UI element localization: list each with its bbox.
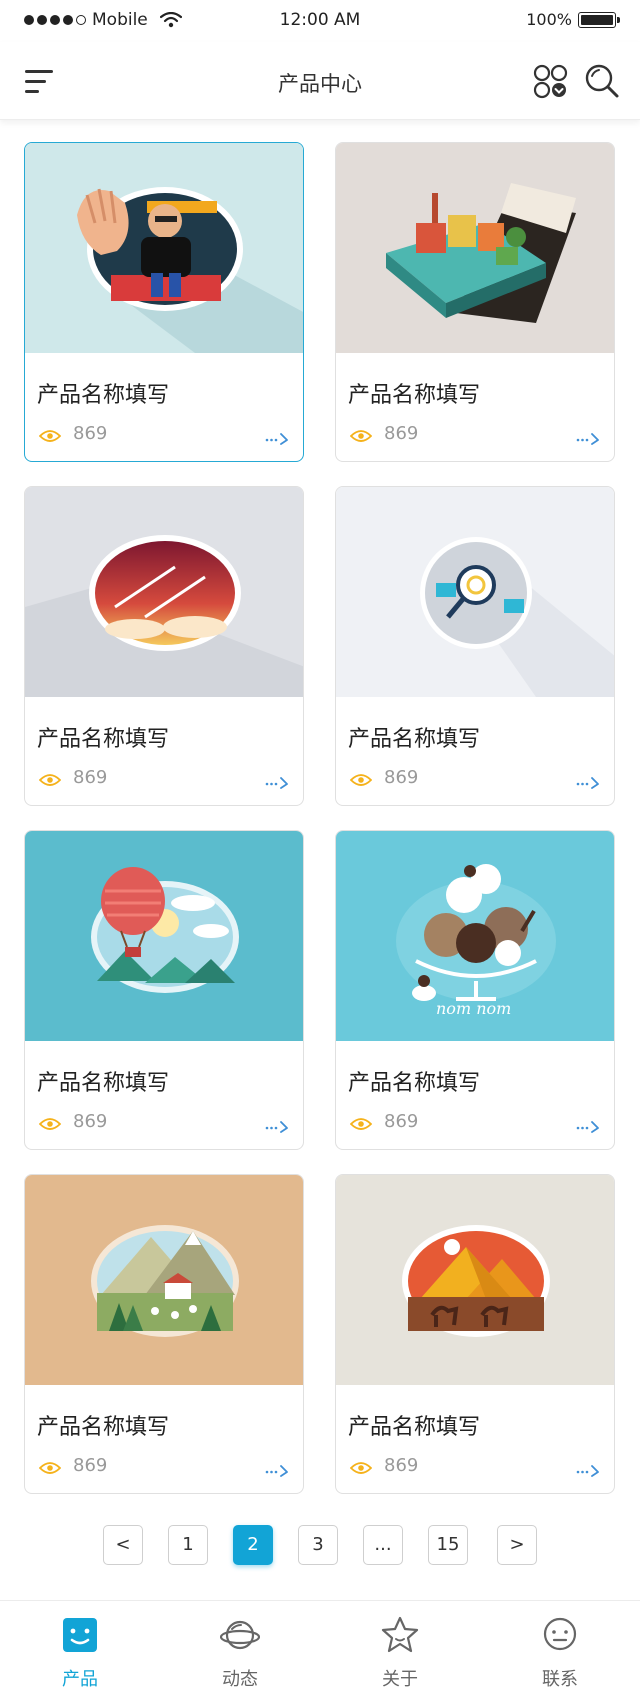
product-card[interactable]: 产品名称填写 869 [24, 1174, 304, 1494]
page-button-15[interactable]: 15 [428, 1525, 468, 1565]
product-name: 产品名称填写 [348, 383, 481, 408]
tab-label: 动态 [222, 1669, 258, 1690]
product-card[interactable]: 产品名称填写 869 [24, 142, 304, 462]
eye-icon [39, 1118, 61, 1130]
more-arrow-icon[interactable] [265, 775, 289, 789]
eye-icon [350, 774, 372, 786]
chat-face-icon [543, 1617, 577, 1651]
planet-icon [220, 1620, 260, 1650]
product-name: 产品名称填写 [37, 1071, 170, 1096]
product-card[interactable]: 产品名称填写 869 [335, 486, 615, 806]
view-count: 869 [73, 423, 108, 444]
star-icon [381, 1616, 419, 1653]
eye-icon [39, 430, 61, 442]
more-arrow-icon[interactable] [265, 431, 289, 445]
view-count: 869 [384, 423, 419, 444]
eye-icon [350, 1118, 372, 1130]
product-name: 产品名称填写 [348, 1415, 481, 1440]
more-arrow-icon[interactable] [265, 1119, 289, 1133]
status-bar: Mobile 12:00 AM 100% [0, 0, 640, 42]
battery-label: 100% [526, 10, 572, 29]
battery-info: 100% [526, 10, 620, 29]
view-count: 869 [384, 1111, 419, 1132]
more-arrow-icon[interactable] [576, 431, 600, 445]
more-arrow-icon[interactable] [576, 775, 600, 789]
view-count: 869 [73, 767, 108, 788]
product-name: 产品名称填写 [348, 727, 481, 752]
product-name: 产品名称填写 [348, 1071, 481, 1096]
tab-label: 关于 [382, 1669, 418, 1690]
more-arrow-icon[interactable] [265, 1463, 289, 1477]
page-button-1[interactable]: 1 [168, 1525, 208, 1565]
product-image: nom nom [336, 831, 614, 1041]
product-card[interactable]: 产品名称填写 869 [24, 486, 304, 806]
category-grid-icon[interactable] [533, 64, 569, 100]
product-name: 产品名称填写 [37, 727, 170, 752]
tab-news[interactable]: 动态 [160, 1601, 320, 1699]
tab-contact[interactable]: 联系 [480, 1601, 640, 1699]
product-name: 产品名称填写 [37, 1415, 170, 1440]
next-page-button[interactable]: > [497, 1525, 537, 1565]
nav-bar: 产品中心 [0, 42, 640, 120]
tab-label: 产品 [62, 1669, 98, 1690]
tab-products[interactable]: 产品 [0, 1601, 160, 1699]
product-image [25, 1175, 303, 1385]
image-caption: nom nom [436, 999, 512, 1018]
smile-box-icon [63, 1618, 97, 1652]
product-card[interactable]: nom nom 产品名称填写 869 [335, 830, 615, 1150]
product-card[interactable]: 产品名称填写 869 [335, 1174, 615, 1494]
more-arrow-icon[interactable] [576, 1463, 600, 1477]
page-ellipsis[interactable]: ... [363, 1525, 403, 1565]
eye-icon [39, 774, 61, 786]
page-button-3[interactable]: 3 [298, 1525, 338, 1565]
product-image [25, 831, 303, 1041]
product-card[interactable]: 产品名称填写 869 [335, 142, 615, 462]
product-image [25, 487, 303, 697]
view-count: 869 [73, 1111, 108, 1132]
prev-page-button[interactable]: < [103, 1525, 143, 1565]
tab-about[interactable]: 关于 [320, 1601, 480, 1699]
product-image [336, 1175, 614, 1385]
product-image [25, 143, 303, 353]
eye-icon [350, 1462, 372, 1474]
view-count: 869 [384, 767, 419, 788]
view-count: 869 [384, 1455, 419, 1476]
search-icon[interactable] [583, 62, 621, 100]
product-card[interactable]: 产品名称填写 869 [24, 830, 304, 1150]
more-arrow-icon[interactable] [576, 1119, 600, 1133]
product-image [336, 143, 614, 353]
battery-icon [578, 11, 620, 28]
product-image [336, 487, 614, 697]
pagination: < 1 2 3 ... 15 > [0, 1525, 640, 1565]
product-name: 产品名称填写 [37, 383, 170, 408]
tab-bar: 产品 动态 关于 联系 [0, 1600, 640, 1699]
view-count: 869 [73, 1455, 108, 1476]
eye-icon [39, 1462, 61, 1474]
page-button-2[interactable]: 2 [233, 1525, 273, 1565]
eye-icon [350, 430, 372, 442]
tab-label: 联系 [542, 1669, 578, 1690]
